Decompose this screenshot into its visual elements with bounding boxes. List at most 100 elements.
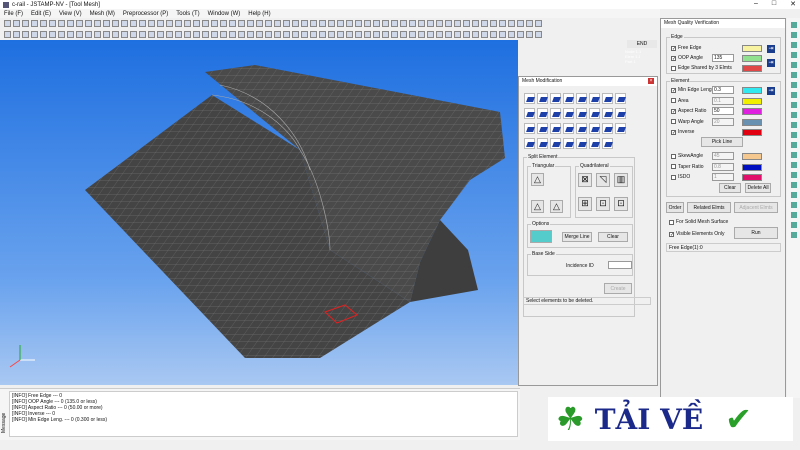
toolbar-button[interactable]	[94, 31, 101, 38]
mesh-tool-button[interactable]	[524, 108, 535, 119]
toolbar-button[interactable]	[472, 31, 479, 38]
threshold-input[interactable]: 1	[712, 173, 734, 181]
merge-line-button[interactable]: Merge Line	[562, 232, 592, 242]
threshold-input[interactable]: 45	[712, 152, 734, 160]
mesh-tool-button[interactable]	[576, 108, 587, 119]
toolbar-button[interactable]	[355, 20, 362, 27]
mesh-tool-button[interactable]	[589, 93, 600, 104]
mesh-tool-button[interactable]	[524, 93, 535, 104]
checkbox[interactable]	[671, 174, 676, 180]
toolbar-button[interactable]	[94, 20, 101, 27]
maximize-button[interactable]: □	[772, 0, 776, 8]
toolbar-button[interactable]	[355, 31, 362, 38]
toolbar-button[interactable]	[85, 20, 92, 27]
toolbar-button[interactable]	[526, 31, 533, 38]
toolbar-button[interactable]	[148, 20, 155, 27]
toolbar-button[interactable]	[220, 31, 227, 38]
toolbar-button[interactable]	[31, 31, 38, 38]
mesh-tool-button[interactable]	[589, 108, 600, 119]
side-tool-button[interactable]	[790, 22, 797, 28]
mesh-tool-button[interactable]	[537, 108, 548, 119]
toolbar-button[interactable]	[337, 31, 344, 38]
toolbar-button[interactable]	[373, 20, 380, 27]
toolbar-button[interactable]	[4, 31, 11, 38]
side-tool-button[interactable]	[790, 102, 797, 108]
mesh-tool-button[interactable]	[537, 123, 548, 134]
toolbar-button[interactable]	[202, 20, 209, 27]
threshold-input[interactable]: 0.1	[712, 96, 734, 105]
menu-view[interactable]: View (V)	[59, 11, 82, 17]
side-tool-button[interactable]	[790, 82, 797, 88]
toolbar-button[interactable]	[166, 31, 173, 38]
toolbar-button[interactable]	[256, 20, 263, 27]
side-tool-button[interactable]	[790, 72, 797, 78]
toolbar-button[interactable]	[445, 31, 452, 38]
split-tri-1-button[interactable]: △	[531, 173, 544, 186]
side-tool-button[interactable]	[790, 202, 797, 208]
pick-line-button[interactable]: Pick Line	[701, 137, 743, 147]
close-icon[interactable]: ×	[648, 78, 654, 84]
toolbar-button[interactable]	[211, 20, 218, 27]
toolbar-button[interactable]	[301, 31, 308, 38]
threshold-input[interactable]: 0.3	[712, 86, 734, 94]
menu-tools[interactable]: Tools (T)	[176, 11, 199, 17]
mesh-tool-button[interactable]	[602, 138, 613, 149]
clear-button[interactable]: Clear	[598, 232, 628, 242]
toolbar-button[interactable]	[247, 20, 254, 27]
mesh-tool-button[interactable]	[602, 123, 613, 134]
toolbar-button[interactable]	[292, 20, 299, 27]
toolbar-button[interactable]	[238, 20, 245, 27]
toolbar-button[interactable]	[274, 31, 281, 38]
toolbar-button[interactable]	[67, 31, 74, 38]
toolbar-button[interactable]	[229, 31, 236, 38]
clear-button[interactable]: Clear	[719, 183, 741, 193]
toolbar-button[interactable]	[427, 31, 434, 38]
toolbar-button[interactable]	[481, 20, 488, 27]
side-tool-button[interactable]	[790, 52, 797, 58]
checkbox[interactable]: ✓	[671, 87, 676, 93]
toolbar-button[interactable]	[337, 20, 344, 27]
side-tool-button[interactable]	[790, 222, 797, 228]
toolbar-button[interactable]	[301, 20, 308, 27]
mesh-tool-button[interactable]	[563, 138, 574, 149]
toolbar-button[interactable]	[121, 20, 128, 27]
checkbox[interactable]: ✓	[671, 45, 676, 51]
checkbox[interactable]	[669, 219, 674, 225]
toolbar-button[interactable]	[418, 20, 425, 27]
toolbar-button[interactable]	[283, 20, 290, 27]
mesh-tool-button[interactable]	[537, 93, 548, 104]
toolbar-button[interactable]	[274, 20, 281, 27]
mesh-pattern-button[interactable]	[530, 230, 552, 243]
toolbar-button[interactable]	[445, 20, 452, 27]
split-quad-3-button[interactable]: ▥	[614, 173, 628, 187]
toolbar-button[interactable]	[517, 31, 524, 38]
color-swatch[interactable]	[742, 65, 762, 72]
side-tool-button[interactable]	[790, 42, 797, 48]
mesh-tool-button[interactable]	[563, 108, 574, 119]
toolbar-button[interactable]	[472, 20, 479, 27]
mesh-tool-button[interactable]	[563, 93, 574, 104]
menu-preprocessor[interactable]: Preprocessor (P)	[123, 11, 168, 17]
toolbar-button[interactable]	[193, 20, 200, 27]
toolbar-button[interactable]	[85, 31, 92, 38]
toolbar-button[interactable]	[4, 20, 11, 27]
toolbar-button[interactable]	[49, 20, 56, 27]
mesh-tool-button[interactable]	[524, 138, 535, 149]
mesh-tool-button[interactable]	[602, 93, 613, 104]
toolbar-button[interactable]	[328, 31, 335, 38]
toolbar-button[interactable]	[76, 20, 83, 27]
export-arrow-icon[interactable]: ⇥	[767, 45, 775, 53]
toolbar-button[interactable]	[220, 20, 227, 27]
toolbar-button[interactable]	[364, 31, 371, 38]
export-arrow-icon[interactable]: ⇥	[767, 59, 775, 67]
toolbar-button[interactable]	[256, 31, 263, 38]
toolbar-button[interactable]	[499, 31, 506, 38]
create-button[interactable]: Create	[604, 283, 632, 294]
toolbar-button[interactable]	[454, 31, 461, 38]
side-tool-button[interactable]	[790, 112, 797, 118]
toolbar-button[interactable]	[310, 31, 317, 38]
toolbar-button[interactable]	[364, 20, 371, 27]
toolbar-button[interactable]	[130, 31, 137, 38]
side-tool-button[interactable]	[790, 132, 797, 138]
color-swatch[interactable]	[742, 153, 762, 160]
